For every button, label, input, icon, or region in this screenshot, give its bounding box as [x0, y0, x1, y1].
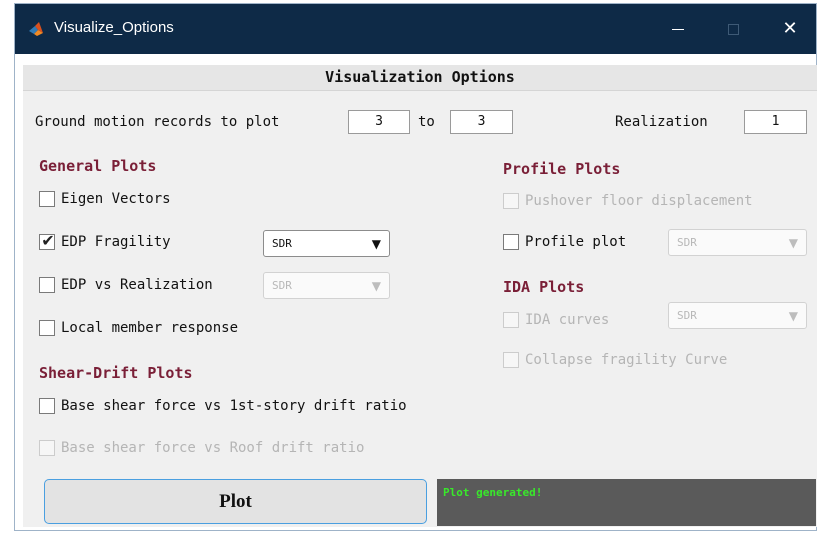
collapse-fragility-checkbox[interactable] [503, 352, 519, 368]
edp-fragility-dropdown[interactable]: SDR ▼ [263, 230, 390, 257]
pushover-checkbox[interactable] [503, 193, 519, 209]
ida-curves-label: IDA curves [525, 312, 610, 328]
panel-title: Visualization Options [23, 65, 817, 91]
ida-curves-dropdown[interactable]: SDR ▼ [668, 302, 807, 329]
general-plots-heading: General Plots [39, 157, 157, 175]
chevron-down-icon: ▼ [371, 237, 381, 251]
edp-fragility-checkbox[interactable]: ✔ [39, 231, 55, 250]
ida-plots-heading: IDA Plots [503, 278, 585, 296]
records-to-label: to [418, 114, 435, 130]
ida-curves-checkbox[interactable] [503, 312, 519, 328]
profile-plot-checkbox[interactable] [503, 234, 519, 250]
edp-vs-realization-label: EDP vs Realization [61, 277, 213, 293]
eigen-vectors-checkbox[interactable] [39, 191, 55, 207]
minimize-button[interactable] [655, 4, 701, 54]
edp-fragility-label: EDP Fragility [61, 234, 171, 250]
ida-curves-dropdown-value: SDR [677, 309, 697, 322]
realization-label: Realization [615, 114, 708, 130]
roof-drift-checkbox[interactable] [39, 440, 55, 456]
title-bar[interactable]: Visualize_Options ✕ [15, 4, 816, 54]
maximize-icon [727, 23, 739, 35]
edp-vs-realization-checkbox[interactable] [39, 277, 55, 293]
roof-drift-label: Base shear force vs Roof drift ratio [61, 440, 365, 456]
records-to-input[interactable]: 3 [450, 110, 513, 134]
local-member-response-label: Local member response [61, 320, 239, 336]
plot-button[interactable]: Plot [44, 479, 427, 524]
maximize-button[interactable] [710, 4, 756, 54]
close-button[interactable]: ✕ [767, 4, 813, 54]
realization-input[interactable]: 1 [744, 110, 807, 134]
profile-plot-dropdown[interactable]: SDR ▼ [668, 229, 807, 256]
records-label: Ground motion records to plot [35, 114, 280, 130]
local-member-response-checkbox[interactable] [39, 320, 55, 336]
window-title: Visualize_Options [54, 19, 174, 36]
options-panel: Visualization Options Ground motion reco… [23, 65, 817, 527]
pushover-label: Pushover floor displacement [525, 193, 753, 209]
checkmark-icon: ✔ [41, 231, 55, 250]
records-from-input[interactable]: 3 [348, 110, 410, 134]
eigen-vectors-label: Eigen Vectors [61, 191, 171, 207]
edp-vs-realization-dropdown-value: SDR [272, 279, 292, 292]
profile-plot-label: Profile plot [525, 234, 627, 250]
status-message: Plot generated! [443, 486, 543, 499]
chevron-down-icon: ▼ [371, 279, 381, 293]
first-story-drift-label: Base shear force vs 1st-story drift rati… [61, 398, 407, 414]
minimize-icon [672, 28, 684, 30]
window: Visualize_Options ✕ Visualization Option… [14, 3, 817, 531]
collapse-fragility-label: Collapse fragility Curve [525, 352, 728, 368]
chevron-down-icon: ▼ [788, 309, 798, 323]
edp-fragility-dropdown-value: SDR [272, 237, 292, 250]
matlab-icon [29, 22, 43, 36]
chevron-down-icon: ▼ [788, 236, 798, 250]
shear-drift-heading: Shear-Drift Plots [39, 364, 193, 382]
profile-plot-dropdown-value: SDR [677, 236, 697, 249]
first-story-drift-checkbox[interactable] [39, 398, 55, 414]
profile-plots-heading: Profile Plots [503, 160, 621, 178]
status-box: Plot generated! [437, 479, 816, 526]
edp-vs-realization-dropdown[interactable]: SDR ▼ [263, 272, 390, 299]
close-icon: ✕ [782, 18, 798, 39]
